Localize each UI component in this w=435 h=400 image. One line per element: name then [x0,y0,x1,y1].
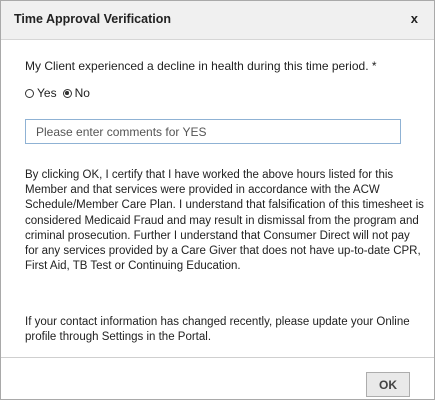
radio-no-label[interactable]: No [75,86,90,100]
certification-text: By clicking OK, I certify that I have wo… [25,169,424,273]
contact-update-notice: If your contact information has changed … [25,316,410,344]
dialog-title: Time Approval Verification [14,12,171,26]
time-approval-dialog: Time Approval Verification x My Client e… [0,0,435,400]
health-decline-radio-group: Yes No [25,86,96,100]
health-decline-question: My Client experienced a decline in healt… [25,59,377,73]
comments-input[interactable] [25,119,401,144]
radio-no[interactable]: No [62,86,90,100]
radio-yes-label[interactable]: Yes [37,86,57,100]
ok-button[interactable]: OK [366,372,410,397]
close-button[interactable]: x [411,11,418,26]
radio-no-circle-icon[interactable] [62,88,72,98]
dialog-titlebar: Time Approval Verification x [1,1,434,40]
radio-yes-circle-icon[interactable] [25,88,34,98]
radio-yes[interactable]: Yes [25,86,57,100]
footer-divider [1,357,434,358]
